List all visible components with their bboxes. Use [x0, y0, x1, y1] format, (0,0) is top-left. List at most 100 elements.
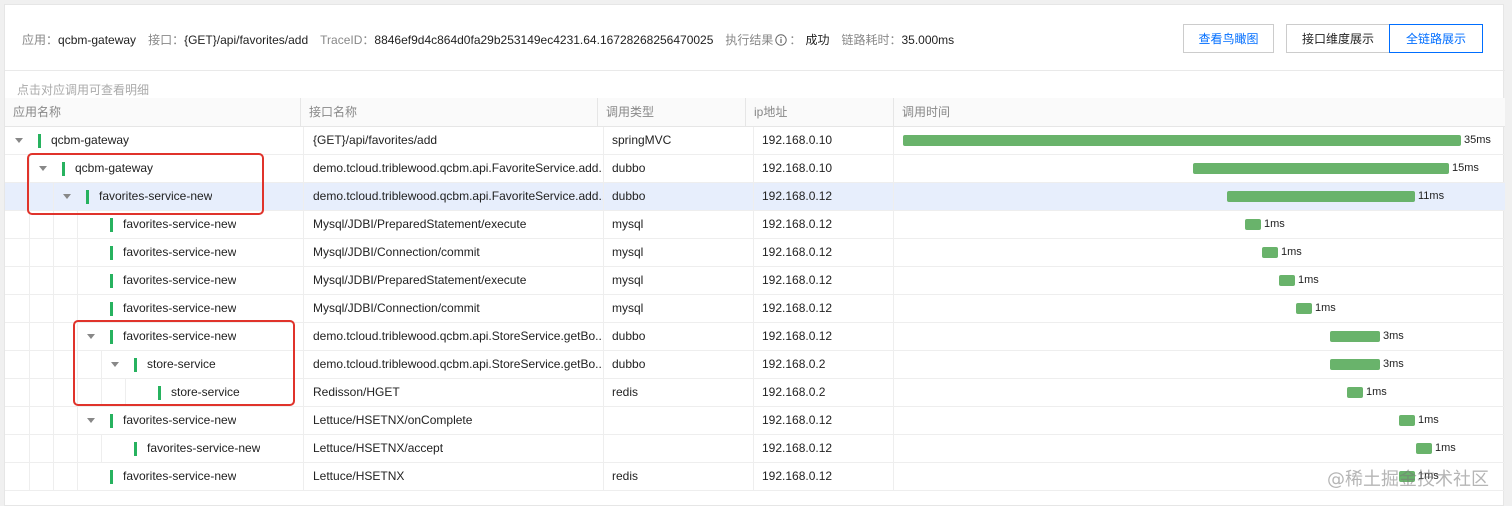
ip-cell: 192.168.0.12: [762, 301, 833, 315]
interface-dimension-button[interactable]: 接口维度展示: [1286, 24, 1390, 53]
duration-label: 1ms: [1435, 442, 1456, 454]
duration-label: 1ms: [1366, 386, 1387, 398]
table-row[interactable]: favorites-service-new Mysql/JDBI/Prepared…: [5, 211, 1505, 239]
ip-cell: 192.168.0.12: [762, 469, 833, 483]
duration-label: 35ms: [1464, 134, 1491, 146]
duration-label: 1ms: [1418, 414, 1439, 426]
call-type-cell: [612, 407, 747, 434]
interface-cell: demo.tcloud.triblewood.qcbm.api.Favorite…: [313, 161, 603, 175]
col-header-type: 调用类型: [597, 98, 745, 127]
interface-cell: demo.tcloud.triblewood.qcbm.api.Favorite…: [313, 189, 603, 203]
duration-bar[interactable]: [1193, 163, 1449, 174]
duration-bar[interactable]: [1330, 359, 1380, 370]
app-name-cell: favorites-service-new: [123, 217, 237, 231]
app-name-cell: favorites-service-new: [123, 469, 237, 483]
call-type-cell: dubbo: [612, 329, 646, 343]
interface-cell: {GET}/api/favorites/add: [313, 133, 438, 147]
call-type-cell: [612, 435, 747, 462]
ip-cell: 192.168.0.12: [762, 217, 833, 231]
table-row[interactable]: favorites-service-new Mysql/JDBI/Prepared…: [5, 267, 1505, 295]
table-row[interactable]: favorites-service-new Mysql/JDBI/Connecti…: [5, 295, 1505, 323]
iface-label: 接口：: [148, 33, 185, 47]
app-name-cell: favorites-service-new: [123, 413, 237, 427]
ip-cell: 192.168.0.12: [762, 273, 833, 287]
duration-bar[interactable]: [903, 135, 1461, 146]
call-type-cell: springMVC: [612, 133, 672, 147]
duration-bar[interactable]: [1227, 191, 1415, 202]
call-type-cell: dubbo: [612, 357, 646, 371]
info-circle-icon[interactable]: [775, 33, 788, 46]
duration-bar[interactable]: [1245, 219, 1261, 230]
col-header-time: 调用时间: [893, 98, 1505, 127]
ip-cell: 192.168.0.2: [762, 357, 826, 371]
col-header-app: 应用名称: [13, 105, 62, 119]
trace-value: 8846ef9d4c864d0fa29b253149ec4231.64.1672…: [374, 32, 714, 47]
ip-cell: 192.168.0.10: [762, 133, 833, 147]
duration-bar[interactable]: [1347, 387, 1363, 398]
app-label: 应用：: [22, 33, 59, 47]
interface-cell: demo.tcloud.triblewood.qcbm.api.StoreSer…: [313, 357, 603, 371]
ip-cell: 192.168.0.12: [762, 329, 833, 343]
duration-label: 1ms: [1264, 218, 1285, 230]
table-row[interactable]: favorites-service-new Lettuce/HSETNX/onCo…: [5, 407, 1505, 435]
interface-cell: Lettuce/HSETNX/onComplete: [313, 413, 473, 427]
ip-cell: 192.168.0.12: [762, 413, 833, 427]
birdview-button[interactable]: 查看鸟瞰图: [1183, 24, 1274, 53]
interface-cell: Lettuce/HSETNX: [313, 469, 405, 483]
interface-cell: demo.tcloud.triblewood.qcbm.api.StoreSer…: [313, 329, 603, 343]
duration-bar[interactable]: [1399, 415, 1415, 426]
call-type-cell: mysql: [612, 301, 644, 315]
status-indicator: [110, 246, 113, 260]
status-indicator: [110, 274, 113, 288]
interface-cell: Mysql/JDBI/PreparedStatement/execute: [313, 217, 527, 231]
call-type-cell: redis: [612, 385, 639, 399]
duration-value: 35.000ms: [901, 32, 955, 47]
duration-bar[interactable]: [1296, 303, 1312, 314]
status-indicator: [110, 470, 113, 484]
call-type-cell: mysql: [612, 245, 644, 259]
trace-info: 应用： qcbm-gateway 接口： {GET}/api/favorites…: [22, 32, 955, 48]
col-header-interface: 接口名称: [300, 98, 597, 127]
trace-summary-bar: 应用： qcbm-gateway 接口： {GET}/api/favorites…: [5, 5, 1505, 71]
duration-bar[interactable]: [1279, 275, 1295, 286]
call-type-cell: mysql: [612, 273, 644, 287]
interface-cell: Mysql/JDBI/PreparedStatement/execute: [313, 273, 527, 287]
duration-label: 3ms: [1383, 330, 1404, 342]
expand-arrow-icon[interactable]: [15, 138, 23, 143]
ip-cell: 192.168.0.12: [762, 245, 833, 259]
trace-panel: 应用： qcbm-gateway 接口： {GET}/api/favorites…: [4, 4, 1505, 506]
app-name-cell: qcbm-gateway: [51, 133, 130, 147]
watermark: @稀土掘金技术社区: [1327, 469, 1489, 490]
app-name-cell: favorites-service-new: [123, 273, 237, 287]
duration-label: 1ms: [1298, 274, 1319, 286]
status-indicator: [110, 302, 113, 316]
table-row[interactable]: favorites-service-new Lettuce/HSETNX/acce…: [5, 435, 1505, 463]
call-type-cell: dubbo: [612, 161, 646, 175]
full-chain-button[interactable]: 全链路展示: [1389, 24, 1483, 53]
table-row[interactable]: favorites-service-new Lettuce/HSETNX redis…: [5, 463, 1505, 491]
duration-label: 11ms: [1418, 190, 1445, 202]
duration-label: 链路耗时：: [841, 33, 902, 47]
expand-arrow-icon[interactable]: [87, 418, 95, 423]
status-indicator: [110, 218, 113, 232]
ip-cell: 192.168.0.10: [762, 161, 833, 175]
ip-cell: 192.168.0.2: [762, 385, 826, 399]
duration-label: 15ms: [1452, 162, 1479, 174]
result-label: 执行结果: [725, 33, 774, 47]
table-row[interactable]: qcbm-gateway {GET}/api/favorites/add sprin…: [5, 127, 1505, 155]
duration-bar[interactable]: [1416, 443, 1432, 454]
call-type-cell: redis: [612, 469, 639, 483]
status-indicator: [134, 442, 137, 456]
iface-value: {GET}/api/favorites/add: [184, 32, 309, 47]
app-name-cell: favorites-service-new: [123, 245, 237, 259]
table-row[interactable]: favorites-service-new Mysql/JDBI/Connecti…: [5, 239, 1505, 267]
highlight-box-store: [73, 320, 295, 406]
duration-bar[interactable]: [1330, 331, 1380, 342]
ip-cell: 192.168.0.12: [762, 441, 833, 455]
duration-bar[interactable]: [1262, 247, 1278, 258]
interface-cell: Mysql/JDBI/Connection/commit: [313, 301, 480, 315]
result-value: 成功: [805, 33, 830, 47]
highlight-box-gateway: [27, 153, 264, 215]
interface-cell: Mysql/JDBI/Connection/commit: [313, 245, 480, 259]
call-type-cell: mysql: [612, 217, 644, 231]
